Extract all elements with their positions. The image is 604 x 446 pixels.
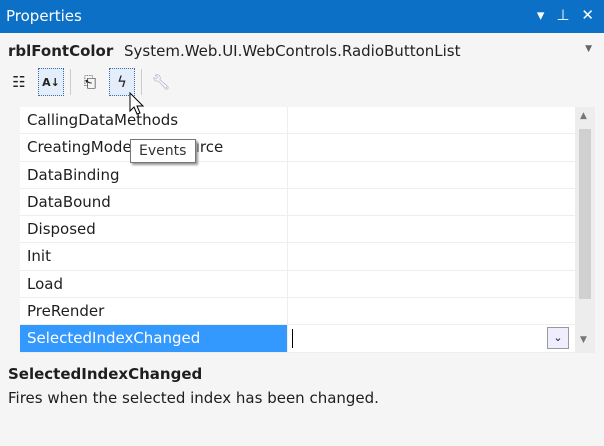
text-caret [292,329,293,349]
table-row[interactable]: DataBound [20,188,575,217]
event-name: DataBound [20,188,288,216]
event-value[interactable] [288,107,575,133]
sort-az-icon: A↓ [42,75,60,89]
event-value[interactable] [288,243,575,269]
event-name: Disposed [20,216,288,243]
table-row[interactable]: Load [20,270,575,299]
table-row[interactable]: CreatingModelDataSource [20,134,575,162]
title-bar: Properties ▾ ⊥ ✕ [0,0,604,33]
table-row[interactable]: PreRender [20,298,575,326]
property-pages-button[interactable]: 🔧︎ [148,68,174,96]
properties-icon: ⎗ [83,73,96,91]
lightning-icon: ϟ [117,73,127,91]
scroll-down-icon[interactable]: ▼ [580,335,587,345]
event-name: DataBinding [20,161,288,188]
event-value[interactable] [288,189,575,215]
event-value[interactable] [288,298,575,324]
tooltip: Events [130,139,196,163]
description-text: Fires when the selected index has been c… [8,389,379,407]
object-name: rblFontColor [8,42,114,60]
event-value[interactable] [288,271,575,297]
event-name: CallingDataMethods [20,107,288,134]
object-selector[interactable]: rblFontColor System.Web.UI.WebControls.R… [0,34,604,66]
table-row-selected[interactable]: SelectedIndexChanged ⌄ [20,325,575,353]
event-value[interactable] [288,162,575,188]
table-row[interactable]: Init [20,243,575,271]
toolbar: ☷ A↓ ⎗ ϟ 🔧︎ [6,68,174,96]
event-name: Init [20,243,288,270]
properties-button[interactable]: ⎗ [77,68,103,96]
event-value[interactable] [288,134,575,160]
wrench-icon: 🔧︎ [151,73,171,91]
categorized-icon: ☷ [12,73,26,91]
event-name: Load [20,270,288,298]
mouse-cursor-icon [129,92,145,115]
table-row[interactable]: Disposed [20,216,575,244]
event-handler-input[interactable]: ⌄ [288,325,575,351]
events-grid: CallingDataMethods CreatingModelDataSour… [20,107,575,353]
handler-dropdown-button[interactable]: ⌄ [547,327,569,350]
description-title: SelectedIndexChanged [8,365,203,383]
separator [70,69,71,95]
close-icon[interactable]: ✕ [581,6,594,24]
event-name: PreRender [20,298,288,325]
scrollbar-thumb[interactable] [579,129,591,299]
categorized-button[interactable]: ☷ [6,68,32,96]
description-pane: SelectedIndexChanged Fires when the sele… [0,355,604,446]
event-name: SelectedIndexChanged [20,325,288,352]
table-row[interactable]: DataBinding [20,161,575,189]
event-value[interactable] [288,216,575,242]
scrollbar[interactable]: ▲ ▼ [575,107,595,353]
alphabetical-button[interactable]: A↓ [38,68,64,96]
window-title: Properties [6,7,82,25]
chevron-down-icon[interactable]: ▼ [585,44,592,54]
dropdown-icon[interactable]: ▾ [537,6,545,24]
scroll-up-icon[interactable]: ▲ [580,111,587,121]
pin-icon[interactable]: ⊥ [556,6,569,24]
table-row[interactable]: CallingDataMethods [20,107,575,135]
object-type: System.Web.UI.WebControls.RadioButtonLis… [124,42,461,60]
